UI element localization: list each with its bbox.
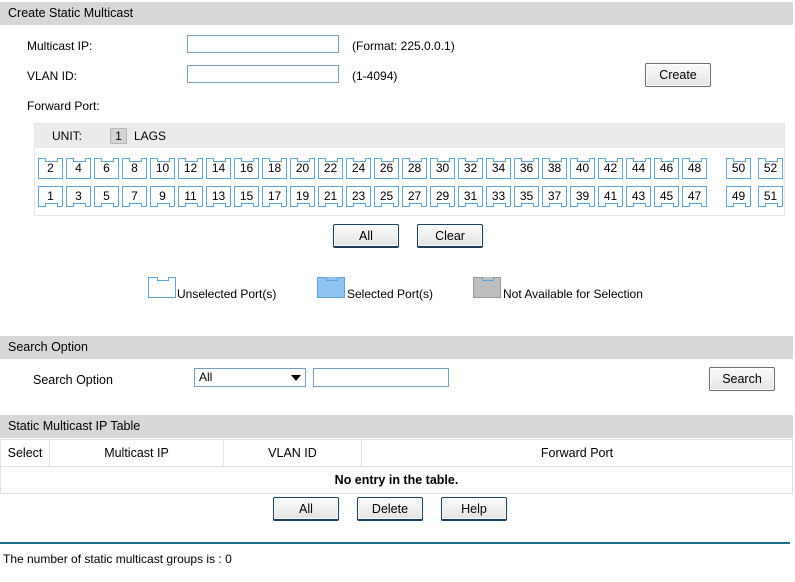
port-4[interactable]: 4 (66, 158, 91, 179)
forward-port-label: Forward Port: (27, 99, 100, 113)
port-panel: UNIT: 1 LAGS 2 4 6 8 10 12 14 16 18 20 22 24 26 28 30 3… (34, 123, 785, 216)
multicast-ip-table: Select Multicast IP VLAN ID Forward Port… (0, 439, 793, 494)
port-32[interactable]: 32 (458, 158, 483, 179)
search-option-selected: All (199, 370, 213, 384)
port-7[interactable]: 7 (122, 186, 147, 207)
create-button[interactable]: Create (645, 63, 711, 87)
port-12[interactable]: 12 (178, 158, 203, 179)
selected-port-legend-icon (317, 277, 345, 298)
port-14[interactable]: 14 (206, 158, 231, 179)
vlan-id-label: VLAN ID: (27, 69, 78, 83)
port-9[interactable]: 9 (150, 186, 175, 207)
port-39[interactable]: 39 (570, 186, 595, 207)
port-34[interactable]: 34 (486, 158, 511, 179)
table-section-header: Static Multicast IP Table (0, 415, 793, 438)
port-23[interactable]: 23 (346, 186, 371, 207)
port-40[interactable]: 40 (570, 158, 595, 179)
unit-label: UNIT: (52, 129, 82, 143)
port-1[interactable]: 1 (38, 186, 63, 207)
static-group-count: The number of static multicast groups is… (3, 552, 232, 566)
port-45[interactable]: 45 (654, 186, 679, 207)
search-option-select[interactable]: All (194, 368, 306, 387)
port-5[interactable]: 5 (94, 186, 119, 207)
not-available-port-legend: Not Available for Selection (503, 287, 643, 301)
port-25[interactable]: 25 (374, 186, 399, 207)
port-20[interactable]: 20 (290, 158, 315, 179)
port-3[interactable]: 3 (66, 186, 91, 207)
port-42[interactable]: 42 (598, 158, 623, 179)
port-47[interactable]: 47 (682, 186, 707, 207)
table-header-row: Select Multicast IP VLAN ID Forward Port (0, 439, 793, 467)
port-26[interactable]: 26 (374, 158, 399, 179)
port-27[interactable]: 27 (402, 186, 427, 207)
port-18[interactable]: 18 (262, 158, 287, 179)
port-19[interactable]: 19 (290, 186, 315, 207)
port-22[interactable]: 22 (318, 158, 343, 179)
vlan-id-input[interactable] (187, 65, 339, 83)
port-51[interactable]: 51 (758, 186, 783, 207)
port-41[interactable]: 41 (598, 186, 623, 207)
vlan-id-hint: (1-4094) (352, 69, 398, 83)
col-vlan-id: VLAN ID (223, 439, 362, 467)
port-30[interactable]: 30 (430, 158, 455, 179)
multicast-ip-hint: (Format: 225.0.0.1) (352, 39, 455, 53)
delete-button[interactable]: Delete (357, 497, 423, 521)
port-52[interactable]: 52 (758, 158, 783, 179)
port-6[interactable]: 6 (94, 158, 119, 179)
port-38[interactable]: 38 (542, 158, 567, 179)
port-44[interactable]: 44 (626, 158, 651, 179)
create-section-header: Create Static Multicast (0, 2, 793, 25)
select-all-ports-button[interactable]: All (333, 224, 399, 248)
port-28[interactable]: 28 (402, 158, 427, 179)
select-all-button[interactable]: All (273, 497, 339, 521)
port-11[interactable]: 11 (178, 186, 203, 207)
port-50[interactable]: 50 (726, 158, 751, 179)
port-21[interactable]: 21 (318, 186, 343, 207)
search-input[interactable] (313, 368, 449, 387)
port-37[interactable]: 37 (542, 186, 567, 207)
col-forward-port: Forward Port (361, 439, 793, 467)
port-29[interactable]: 29 (430, 186, 455, 207)
port-46[interactable]: 46 (654, 158, 679, 179)
empty-message: No entry in the table. (0, 466, 793, 494)
multicast-ip-input[interactable] (187, 35, 339, 53)
port-2[interactable]: 2 (38, 158, 63, 179)
port-10[interactable]: 10 (150, 158, 175, 179)
port-33[interactable]: 33 (486, 186, 511, 207)
multicast-ip-label: Multicast IP: (27, 39, 93, 53)
port-15[interactable]: 15 (234, 186, 259, 207)
search-button[interactable]: Search (709, 367, 775, 391)
port-49[interactable]: 49 (726, 186, 751, 207)
port-13[interactable]: 13 (206, 186, 231, 207)
port-31[interactable]: 31 (458, 186, 483, 207)
port-43[interactable]: 43 (626, 186, 651, 207)
not-available-port-legend-icon (473, 277, 501, 298)
help-button[interactable]: Help (441, 497, 507, 521)
search-section-header: Search Option (0, 336, 793, 359)
search-option-label: Search Option (33, 373, 113, 387)
port-35[interactable]: 35 (514, 186, 539, 207)
chevron-down-icon (291, 375, 301, 381)
unit-1-tab[interactable]: 1 (110, 128, 127, 144)
port-16[interactable]: 16 (234, 158, 259, 179)
port-8[interactable]: 8 (122, 158, 147, 179)
unselected-port-legend: Unselected Port(s) (177, 287, 277, 301)
footer-divider (0, 542, 790, 544)
table-empty-row: No entry in the table. (0, 466, 793, 494)
clear-ports-button[interactable]: Clear (417, 224, 483, 248)
port-17[interactable]: 17 (262, 186, 287, 207)
port-36[interactable]: 36 (514, 158, 539, 179)
port-48[interactable]: 48 (682, 158, 707, 179)
unit-bar: UNIT: 1 LAGS (35, 124, 784, 148)
col-select: Select (0, 439, 50, 467)
unselected-port-legend-icon (148, 277, 176, 298)
selected-port-legend: Selected Port(s) (347, 287, 434, 301)
lags-tab[interactable]: LAGS (134, 129, 166, 143)
port-24[interactable]: 24 (346, 158, 371, 179)
col-multicast-ip: Multicast IP (49, 439, 224, 467)
